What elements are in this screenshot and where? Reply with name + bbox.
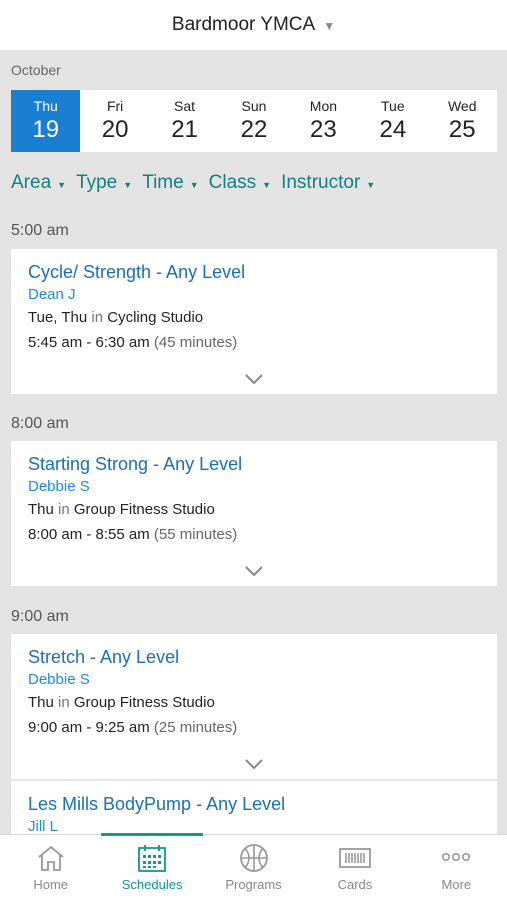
filter-type[interactable]: Type ▼: [76, 172, 132, 194]
calendar-icon: [138, 845, 167, 872]
time-section-header: 9:00 am: [11, 608, 69, 625]
class-days: Thu: [28, 694, 54, 711]
instructor-name[interactable]: Debbie S: [28, 477, 480, 497]
day-number: 19: [32, 116, 60, 143]
tab-label: Programs: [225, 877, 282, 892]
day-sat[interactable]: Sat 21: [150, 90, 219, 152]
chevron-down-icon[interactable]: [245, 759, 263, 769]
day-of-week: Wed: [447, 98, 477, 114]
filter-area[interactable]: Area ▼: [11, 172, 66, 194]
in-word: in: [91, 309, 104, 326]
day-sun[interactable]: Sun 22: [219, 90, 288, 152]
class-card[interactable]: Stretch - Any Level Debbie S Thu in Grou…: [11, 634, 497, 779]
day-of-week: Mon: [309, 98, 338, 114]
day-mon[interactable]: Mon 23: [289, 90, 358, 152]
time-section-header: 8:00 am: [11, 415, 69, 432]
caret-down-icon: ▼: [366, 179, 376, 190]
class-hours: 9:00 am - 9:25 am (25 minutes): [28, 718, 480, 738]
location-title: Bardmoor YMCA: [171, 14, 316, 35]
more-dots-icon: [442, 853, 471, 862]
day-number: 24: [379, 116, 407, 143]
class-days: Thu: [28, 501, 54, 518]
caret-down-icon: ▼: [189, 179, 199, 190]
studio-name: Group Fitness Studio: [73, 501, 215, 518]
day-wed[interactable]: Wed 25: [428, 90, 497, 152]
filter-class[interactable]: Class ▼: [209, 172, 271, 194]
day-number: 25: [448, 116, 476, 143]
in-word: in: [58, 501, 70, 518]
class-name[interactable]: Cycle/ Strength - Any Level: [28, 261, 480, 283]
tab-label: More: [441, 877, 472, 892]
class-card[interactable]: Starting Strong - Any Level Debbie S Thu…: [11, 441, 497, 586]
barcode-card-icon: [339, 848, 371, 868]
day-of-week: Thu: [33, 98, 58, 114]
class-location: Thu in Group Fitness Studio: [28, 500, 480, 520]
instructor-name[interactable]: Dean J: [28, 285, 480, 305]
day-number: 23: [310, 116, 337, 143]
day-of-week: Fri: [106, 98, 124, 114]
tab-label: Home: [33, 877, 69, 892]
time-range: 9:00 am - 9:25 am: [28, 719, 150, 736]
month-label: October: [11, 62, 61, 78]
filter-label: Time: [142, 172, 184, 193]
day-of-week: Tue: [381, 98, 405, 114]
day-number: 21: [171, 116, 198, 143]
day-number: 22: [240, 116, 268, 143]
duration: (55 minutes): [153, 526, 238, 543]
filter-time[interactable]: Time ▼: [142, 172, 198, 194]
studio-name: Cycling Studio: [107, 309, 204, 326]
filter-label: Type: [76, 172, 118, 193]
instructor-name[interactable]: Debbie S: [28, 670, 480, 690]
class-days: Tue, Thu: [28, 309, 88, 326]
filter-instructor[interactable]: Instructor ▼: [281, 172, 375, 194]
caret-down-icon: ▼: [57, 179, 67, 190]
chevron-down-icon[interactable]: [245, 374, 263, 384]
tab-label: Cards: [337, 877, 373, 892]
tab-cards[interactable]: Cards: [304, 835, 405, 900]
day-tue[interactable]: Tue 24: [358, 90, 427, 152]
duration: (25 minutes): [153, 719, 238, 736]
filter-label: Area: [11, 172, 52, 193]
in-word: in: [58, 694, 70, 711]
chevron-down-icon[interactable]: [245, 566, 263, 576]
tab-more[interactable]: More: [406, 835, 507, 900]
class-name[interactable]: Stretch - Any Level: [28, 646, 480, 668]
basketball-icon: [239, 844, 268, 872]
class-name[interactable]: Starting Strong - Any Level: [28, 453, 480, 475]
day-fri[interactable]: Fri 20: [80, 90, 149, 152]
home-icon: [38, 845, 64, 871]
day-number: 20: [101, 116, 129, 143]
class-card[interactable]: Les Mills BodyPump - Any Level Jill L: [11, 780, 497, 840]
location-header[interactable]: Bardmoor YMCA ▼: [0, 0, 507, 50]
day-of-week: Sun: [241, 98, 267, 114]
tab-programs[interactable]: Programs: [203, 835, 304, 900]
filter-label: Class: [208, 172, 257, 193]
tab-label: Schedules: [121, 877, 183, 892]
class-hours: 8:00 am - 8:55 am (55 minutes): [28, 525, 480, 545]
class-location: Thu in Group Fitness Studio: [28, 693, 480, 713]
filter-label: Instructor: [281, 172, 361, 193]
time-range: 8:00 am - 8:55 am: [28, 526, 150, 543]
class-card[interactable]: Cycle/ Strength - Any Level Dean J Tue, …: [11, 249, 497, 394]
caret-down-icon: ▼: [123, 179, 133, 190]
tab-schedules[interactable]: Schedules: [101, 833, 204, 900]
studio-name: Group Fitness Studio: [73, 694, 215, 711]
day-of-week: Sat: [174, 98, 196, 114]
tab-home[interactable]: Home: [0, 835, 101, 900]
class-hours: 5:45 am - 6:30 am (45 minutes): [28, 333, 480, 353]
day-picker: Thu 19 Fri 20 Sat 21 Sun 22 Mon 23 Tue 2…: [11, 90, 497, 152]
class-name[interactable]: Les Mills BodyPump - Any Level: [28, 793, 480, 815]
bottom-tab-bar: Home Schedules Programs Cards More: [0, 833, 507, 900]
filter-bar: Area ▼ Type ▼ Time ▼ Class ▼ Instructor ▼: [11, 172, 375, 194]
day-thu[interactable]: Thu 19: [11, 90, 81, 152]
time-section-header: 5:00 am: [11, 222, 69, 239]
duration: (45 minutes): [153, 334, 238, 351]
dropdown-caret-icon: ▼: [323, 19, 336, 33]
time-range: 5:45 am - 6:30 am: [28, 334, 150, 351]
class-location: Tue, Thu in Cycling Studio: [28, 308, 480, 328]
caret-down-icon: ▼: [262, 179, 272, 190]
